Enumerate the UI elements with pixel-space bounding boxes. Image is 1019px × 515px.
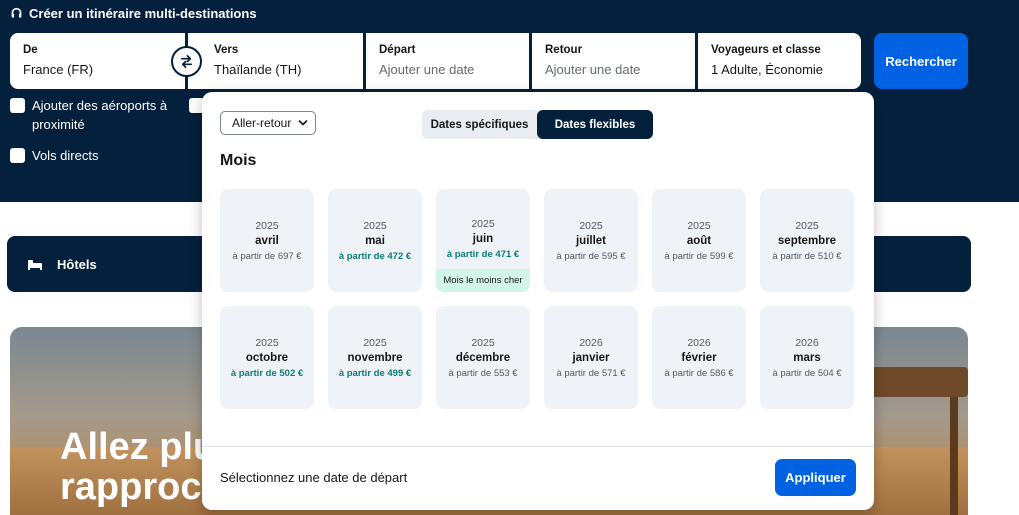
month-name: septembre <box>777 235 837 247</box>
month-card[interactable]: 2025 octobre à partir de 502 € <box>220 306 314 409</box>
direct-flights-label: Vols directs <box>32 148 99 163</box>
promo-hut-post <box>950 397 958 515</box>
travellers-label: Voyageurs et classe <box>711 44 821 56</box>
month-name: avril <box>255 235 279 247</box>
month-card[interactable]: 2025 août à partir de 599 € <box>652 189 746 292</box>
month-name: octobre <box>245 352 289 364</box>
month-price: à partir de 553 € <box>448 368 518 379</box>
nearby-airports-label: Ajouter des aéroports à proximité <box>32 98 168 132</box>
month-price: à partir de 504 € <box>772 368 842 379</box>
month-year: 2026 <box>579 337 603 349</box>
month-card[interactable]: 2026 mars à partir de 504 € <box>760 306 854 409</box>
month-card[interactable]: 2025 septembre à partir de 510 € <box>760 189 854 292</box>
depart-label: Départ <box>379 44 416 56</box>
month-year: 2025 <box>579 220 603 232</box>
date-picker-panel: Aller-retour Dates spécifiques Dates fle… <box>202 92 874 510</box>
month-card[interactable]: 2025 juin à partir de 471 € Mois le moins c… <box>436 189 530 292</box>
month-price: à partir de 571 € <box>556 368 626 379</box>
apply-button[interactable]: Appliquer <box>775 459 856 496</box>
travellers-field[interactable]: Voyageurs et classe 1 Adulte, Économie <box>698 33 861 89</box>
search-button[interactable]: Rechercher <box>874 33 968 89</box>
from-label: De <box>23 44 38 56</box>
trip-type-value: Aller-retour <box>232 116 292 130</box>
cheapest-month-badge: Mois le moins cher <box>436 269 530 292</box>
return-field[interactable]: Retour Ajouter une date <box>532 33 695 89</box>
nearby-airports-checkbox[interactable]: Ajouter des aéroports à proximité <box>10 96 180 134</box>
month-card[interactable]: 2025 novembre à partir de 499 € <box>328 306 422 409</box>
month-card[interactable]: 2026 février à partir de 586 € <box>652 306 746 409</box>
to-label: Vers <box>214 44 239 56</box>
month-name: novembre <box>347 352 403 364</box>
month-price: à partir de 510 € <box>772 251 842 262</box>
month-year: 2025 <box>363 337 387 349</box>
month-name: mars <box>793 352 821 364</box>
headset-icon <box>11 7 22 18</box>
date-mode-toggle: Dates spécifiques Dates flexibles <box>422 110 653 139</box>
to-field[interactable]: Vers Thaïlande (TH) <box>188 33 363 89</box>
month-name: août <box>686 235 712 247</box>
month-name: décembre <box>455 352 511 364</box>
month-price: à partir de 697 € <box>232 251 302 262</box>
month-card[interactable]: 2025 avril à partir de 697 € <box>220 189 314 292</box>
chevron-down-icon <box>299 120 308 126</box>
hotels-label: Hôtels <box>57 256 97 272</box>
month-year: 2025 <box>363 220 387 232</box>
month-card[interactable]: 2025 mai à partir de 472 € <box>328 189 422 292</box>
month-name: juin <box>472 233 494 245</box>
months-section-title: Mois <box>220 152 257 169</box>
checkbox-box[interactable] <box>10 148 25 163</box>
month-card[interactable]: 2025 décembre à partir de 553 € <box>436 306 530 409</box>
month-card[interactable]: 2026 janvier à partir de 571 € <box>544 306 638 409</box>
month-year: 2025 <box>471 337 495 349</box>
travellers-value: 1 Adulte, Économie <box>711 62 824 77</box>
swap-button[interactable] <box>171 46 202 77</box>
month-name: juillet <box>575 235 607 247</box>
from-value: France (FR) <box>23 62 94 77</box>
checkbox-box[interactable] <box>10 98 25 113</box>
month-year: 2025 <box>255 220 279 232</box>
return-placeholder: Ajouter une date <box>545 62 641 77</box>
month-price: à partir de 472 € <box>338 251 412 262</box>
month-name: mai <box>365 235 385 247</box>
month-card[interactable]: 2025 juillet à partir de 595 € <box>544 189 638 292</box>
month-name: février <box>681 352 717 364</box>
trip-type-select[interactable]: Aller-retour <box>220 111 316 135</box>
depart-placeholder: Ajouter une date <box>379 62 475 77</box>
multi-destination-label: Créer un itinéraire multi-destinations <box>29 6 257 21</box>
promo-hut-image <box>863 367 968 397</box>
multi-destination-link[interactable]: Créer un itinéraire multi-destinations <box>10 6 257 21</box>
month-price: à partir de 471 € <box>446 249 520 260</box>
month-year: 2025 <box>687 220 711 232</box>
bed-icon <box>28 260 42 270</box>
tab-specific-dates[interactable]: Dates spécifiques <box>422 110 537 139</box>
month-price: à partir de 499 € <box>338 368 412 379</box>
from-field[interactable]: De France (FR) <box>10 33 185 89</box>
month-year: 2025 <box>471 218 495 230</box>
to-value: Thaïlande (TH) <box>214 62 302 77</box>
month-name: janvier <box>572 352 610 364</box>
depart-field[interactable]: Départ Ajouter une date <box>366 33 529 89</box>
footer-divider <box>202 446 874 447</box>
month-grid: 2025 avril à partir de 697 € 2025 mai à parti… <box>220 189 854 409</box>
month-year: 2026 <box>795 337 819 349</box>
direct-flights-checkbox[interactable]: Vols directs <box>10 146 98 165</box>
month-price: à partir de 502 € <box>230 368 304 379</box>
month-price: à partir de 586 € <box>664 368 734 379</box>
month-year: 2025 <box>795 220 819 232</box>
tab-flexible-dates[interactable]: Dates flexibles <box>537 110 653 139</box>
month-year: 2026 <box>687 337 711 349</box>
month-price: à partir de 599 € <box>664 251 734 262</box>
footer-instruction: Sélectionnez une date de départ <box>220 470 408 485</box>
month-price: à partir de 595 € <box>556 251 626 262</box>
swap-arrows-icon <box>180 55 193 68</box>
month-year: 2025 <box>255 337 279 349</box>
return-label: Retour <box>545 44 583 56</box>
